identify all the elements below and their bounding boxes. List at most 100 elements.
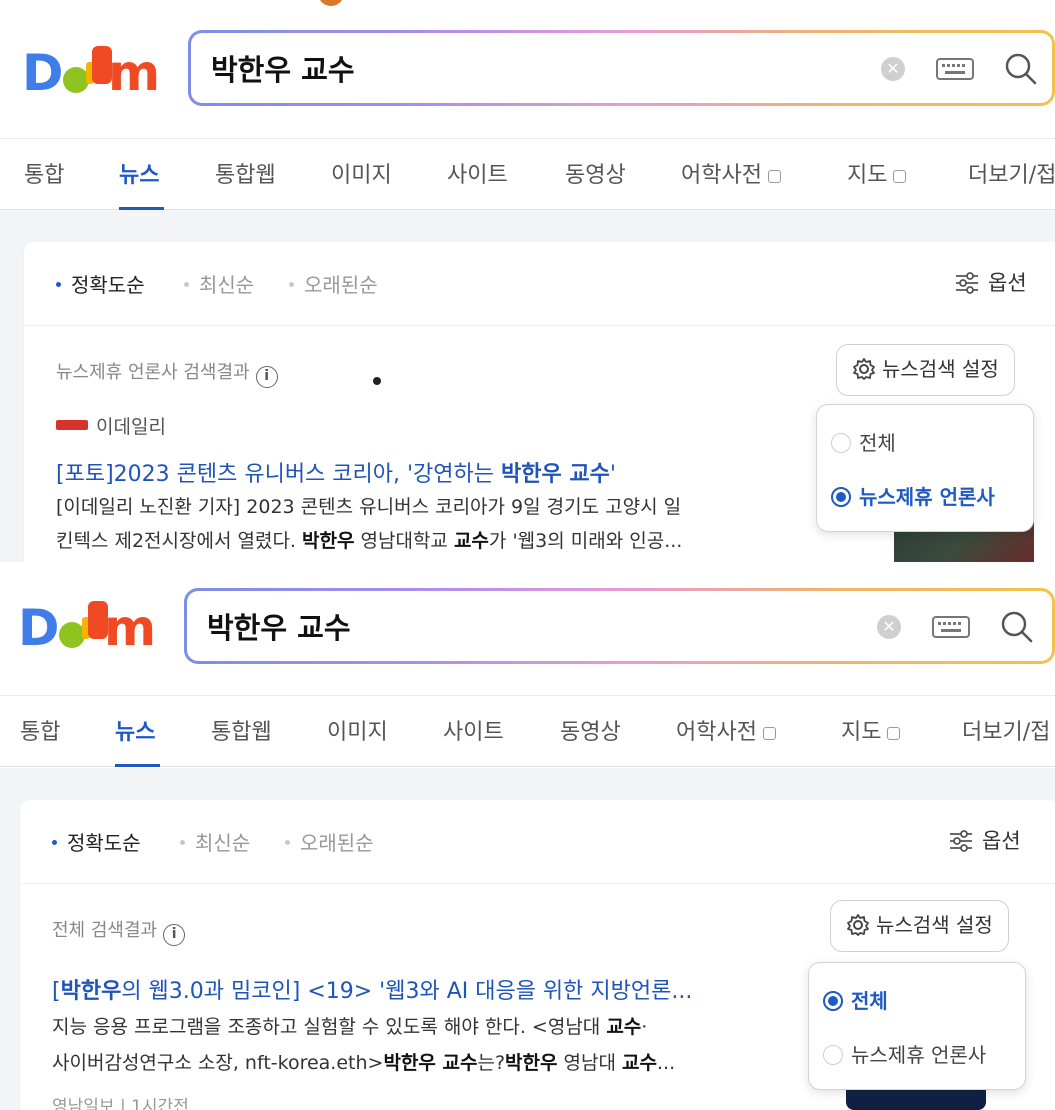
tab-label: 더보기/접 <box>962 720 1051 745</box>
bullet <box>184 282 189 287</box>
sort-accuracy[interactable]: 정확도순 <box>52 827 141 856</box>
results-area: 정확도순 최신순 오래된순 옵션 전체 검색결과 i 뉴스검색 설정 [박한우의 … <box>0 768 1055 1110</box>
news-settings-dropdown: 전체 뉴스제휴 언론사 <box>808 962 1026 1090</box>
source-logo <box>56 420 88 430</box>
snippet-text: 사이버감성연구소 소장, nft-korea.eth> <box>52 1052 384 1074</box>
radio-unchecked <box>831 433 851 453</box>
tab-news[interactable]: 뉴스 <box>115 714 155 746</box>
svg-text:m: m <box>108 44 160 100</box>
snippet-text: [이데일리 노진환 기자] 2023 콘텐츠 유니버스 코리아가 9일 경기도 … <box>56 496 682 518</box>
keyboard-icon[interactable] <box>932 615 970 639</box>
info-icon[interactable]: i <box>255 366 278 388</box>
snippet-text: 킨텍스 제2전시장에서 열렸다. <box>56 530 303 552</box>
bullet <box>285 840 290 845</box>
dropdown-option-all[interactable]: 전체 <box>823 985 888 1014</box>
snippet-text: 영남대 <box>557 1052 623 1074</box>
top-strip <box>0 0 1055 22</box>
clear-icon[interactable]: ✕ <box>881 57 905 81</box>
bullet <box>289 282 294 287</box>
tab-map[interactable]: 지도 <box>847 157 907 189</box>
tab-map[interactable]: 지도 <box>841 714 901 746</box>
news-search-settings-button[interactable]: 뉴스검색 설정 <box>830 900 1009 952</box>
sort-oldest[interactable]: 오래된순 <box>289 269 378 298</box>
news-settings-dropdown: 전체 뉴스제휴 언론사 <box>816 404 1034 532</box>
tab-more[interactable]: 더보기/접 <box>962 714 1050 746</box>
search-icon[interactable] <box>1001 49 1041 89</box>
search-icon[interactable] <box>997 607 1037 647</box>
svg-text:D: D <box>18 599 60 655</box>
dropdown-option-all[interactable]: 전체 <box>831 427 896 456</box>
tab-web[interactable]: 통합웹 <box>211 714 272 746</box>
article-title-link[interactable]: [박한우의 웹3.0과 밈코인] <19> '웹3와 AI 대응을 위한 지방언… <box>52 973 692 1005</box>
bullet <box>52 840 57 845</box>
sort-label: 오래된순 <box>304 273 378 297</box>
tab-label: 어학사전 <box>676 720 757 745</box>
tab-more[interactable]: 더보기/접 <box>968 157 1055 189</box>
sort-label: 오래된순 <box>300 831 374 855</box>
external-link-icon <box>767 170 781 183</box>
sort-label: 정확도순 <box>67 831 141 855</box>
options-label: 옵션 <box>988 271 1027 295</box>
tab-label: 이미지 <box>327 720 388 745</box>
result-scope-label: 전체 검색결과 i <box>52 916 186 946</box>
tab-integrated[interactable]: 통합 <box>20 714 60 746</box>
options-button[interactable]: 옵션 <box>954 267 1027 297</box>
snippet-text: 는? <box>477 1052 506 1074</box>
title-highlight: 박한우 <box>60 979 122 1004</box>
sort-accuracy[interactable]: 정확도순 <box>56 269 145 298</box>
tab-sites[interactable]: 사이트 <box>443 714 504 746</box>
search-box: ✕ <box>188 30 1055 106</box>
search-input[interactable] <box>211 43 811 93</box>
tab-label: 이미지 <box>331 163 392 188</box>
tab-images[interactable]: 이미지 <box>327 714 388 746</box>
tab-label: 뉴스 <box>119 163 160 188</box>
tab-web[interactable]: 통합웹 <box>215 157 276 189</box>
snippet-highlight: 박한우 <box>302 530 355 552</box>
article-title-link[interactable]: [포토]2023 콘텐츠 유니버스 코리아, '강연하는 박한우 교수' <box>56 456 616 488</box>
option-label: 뉴스제휴 언론사 <box>851 1043 987 1067</box>
settings-label: 뉴스검색 설정 <box>882 357 999 381</box>
search-input[interactable] <box>207 601 807 651</box>
title-text: [포토]2023 콘텐츠 유니버스 코리아, '강연하는 <box>56 462 502 487</box>
result-scope-text: 뉴스제휴 언론사 검색결과 <box>56 362 250 383</box>
tab-label: 통합 <box>24 163 65 188</box>
snippet-highlight: 박한우 교수 <box>383 1052 478 1074</box>
tab-dictionary[interactable]: 어학사전 <box>676 714 776 746</box>
tab-dictionary[interactable]: 어학사전 <box>681 157 781 189</box>
tab-videos[interactable]: 동영상 <box>565 157 626 189</box>
info-icon[interactable]: i <box>163 924 186 946</box>
meta-text: 영남일보 | 1시간전 <box>52 1097 189 1110</box>
tab-label: 어학사전 <box>681 163 762 188</box>
news-search-settings-button[interactable]: 뉴스검색 설정 <box>836 344 1015 396</box>
sort-latest[interactable]: 최신순 <box>180 827 250 856</box>
clear-icon[interactable]: ✕ <box>877 615 901 639</box>
tab-sites[interactable]: 사이트 <box>447 157 508 189</box>
daum-logo[interactable]: D m <box>18 595 158 655</box>
dropdown-option-partner[interactable]: 뉴스제휴 언론사 <box>831 481 995 510</box>
tab-videos[interactable]: 동영상 <box>560 714 621 746</box>
dropdown-option-partner[interactable]: 뉴스제휴 언론사 <box>823 1039 986 1068</box>
tab-integrated[interactable]: 통합 <box>24 157 64 189</box>
settings-label: 뉴스검색 설정 <box>876 913 993 937</box>
daum-logo[interactable]: D m <box>22 40 162 100</box>
option-label: 뉴스제휴 언론사 <box>859 485 995 509</box>
tab-label: 동영상 <box>565 163 626 188</box>
snippet-highlight: 교수 <box>606 1016 642 1038</box>
sort-latest[interactable]: 최신순 <box>184 269 254 298</box>
news-source[interactable]: 이데일리 <box>56 412 166 439</box>
tab-news[interactable]: 뉴스 <box>119 157 159 189</box>
sort-oldest[interactable]: 오래된순 <box>285 827 374 856</box>
article-snippet-line: [이데일리 노진환 기자] 2023 콘텐츠 유니버스 코리아가 9일 경기도 … <box>56 492 681 522</box>
keyboard-icon[interactable] <box>936 57 974 81</box>
snippet-text: ... <box>657 1052 676 1074</box>
tab-bar: 통합 뉴스 통합웹 이미지 사이트 동영상 어학사전 지도 더보기/접 <box>0 138 1055 210</box>
tab-label: 뉴스 <box>115 720 156 745</box>
tab-label: 통합웹 <box>211 720 272 745</box>
tab-images[interactable]: 이미지 <box>331 157 392 189</box>
gear-icon <box>852 350 876 380</box>
snippet-highlight: 교수 <box>622 1052 657 1074</box>
sort-row: 정확도순 최신순 오래된순 옵션 <box>20 800 1055 884</box>
svg-text:m: m <box>104 599 156 655</box>
option-label: 전체 <box>851 989 888 1013</box>
options-button[interactable]: 옵션 <box>948 825 1021 855</box>
